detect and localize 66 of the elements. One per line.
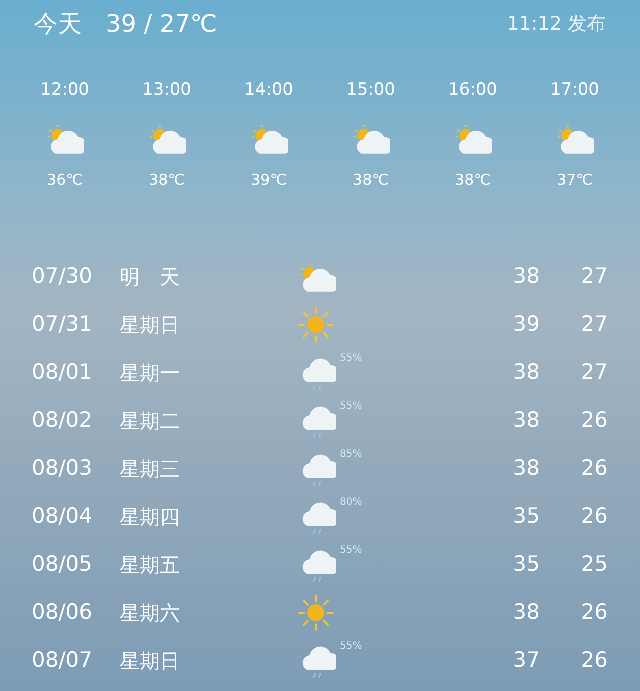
weekday-label: 星期四: [120, 504, 181, 531]
sun-behind-cloud-icon: [250, 124, 288, 154]
date-label: 08/02: [32, 407, 94, 434]
low-temperature: 26: [580, 647, 608, 674]
high-temperature: 38: [512, 455, 540, 482]
today-label: 今天: [34, 9, 82, 40]
weekday-label: 星期日: [120, 648, 181, 675]
high-temperature: 35: [512, 503, 540, 530]
date-label: 07/31: [32, 311, 94, 338]
rain-chance: 55%: [340, 400, 362, 414]
low-temperature: 27: [580, 311, 608, 338]
date-label: 08/07: [32, 647, 94, 674]
sun-behind-cloud-icon: [298, 262, 336, 292]
weekday-label: 星期三: [120, 456, 181, 483]
sun-behind-cloud-icon: [352, 124, 390, 154]
sun-icon: [298, 307, 334, 343]
date-label: 07/30: [32, 263, 94, 290]
rain-chance: 55%: [340, 352, 362, 366]
weekday-label: 星期一: [120, 360, 181, 387]
weekday-label: 星期五: [120, 552, 181, 579]
high-temperature: 38: [512, 599, 540, 626]
low-temperature: 26: [580, 407, 608, 434]
rain-chance: 80%: [340, 496, 362, 510]
high-temperature: 39: [512, 311, 540, 338]
high-temperature: 38: [512, 407, 540, 434]
low-temperature: 26: [580, 503, 608, 530]
low-temperature: 25: [580, 551, 608, 578]
low-temperature: 27: [580, 359, 608, 386]
sun-behind-cloud-icon: [148, 124, 186, 154]
hour-temperature: 37℃: [557, 170, 593, 190]
hour-temperature: 38℃: [353, 170, 389, 190]
sun-behind-cloud-icon: [556, 124, 594, 154]
hour-temperature: 38℃: [455, 170, 491, 190]
sun-behind-cloud-icon: [46, 124, 84, 154]
hour-time: 13:00: [142, 79, 192, 102]
date-label: 08/05: [32, 551, 94, 578]
date-label: 08/06: [32, 599, 94, 626]
hour-time: 15:00: [346, 79, 396, 102]
high-temperature: 35: [512, 551, 540, 578]
rain-chance: 55%: [340, 544, 362, 558]
rain-chance: 85%: [340, 448, 362, 462]
date-label: 08/03: [32, 455, 94, 482]
hour-time: 16:00: [448, 79, 498, 102]
weekday-label: 星期日: [120, 312, 181, 339]
low-temperature: 27: [580, 263, 608, 290]
rain-chance: 55%: [340, 640, 362, 654]
hour-time: 12:00: [40, 79, 90, 102]
high-temperature: 37: [512, 647, 540, 674]
sun-icon: [298, 595, 334, 631]
date-label: 08/04: [32, 503, 94, 530]
publish-time: 11:12 发布: [507, 12, 606, 37]
weekday-label: 星期二: [120, 408, 181, 435]
hour-time: 14:00: [244, 79, 294, 102]
weekday-label: 明 天: [120, 264, 181, 291]
hour-temperature: 36℃: [47, 170, 83, 190]
low-temperature: 26: [580, 455, 608, 482]
date-label: 08/01: [32, 359, 94, 386]
hour-temperature: 38℃: [149, 170, 185, 190]
hour-temperature: 39℃: [251, 170, 287, 190]
high-temperature: 38: [512, 359, 540, 386]
high-temperature: 38: [512, 263, 540, 290]
low-temperature: 26: [580, 599, 608, 626]
sun-behind-cloud-icon: [454, 124, 492, 154]
today-temperature: 39 / 27℃: [106, 9, 218, 40]
weekday-label: 星期六: [120, 600, 181, 627]
hour-time: 17:00: [550, 79, 600, 102]
